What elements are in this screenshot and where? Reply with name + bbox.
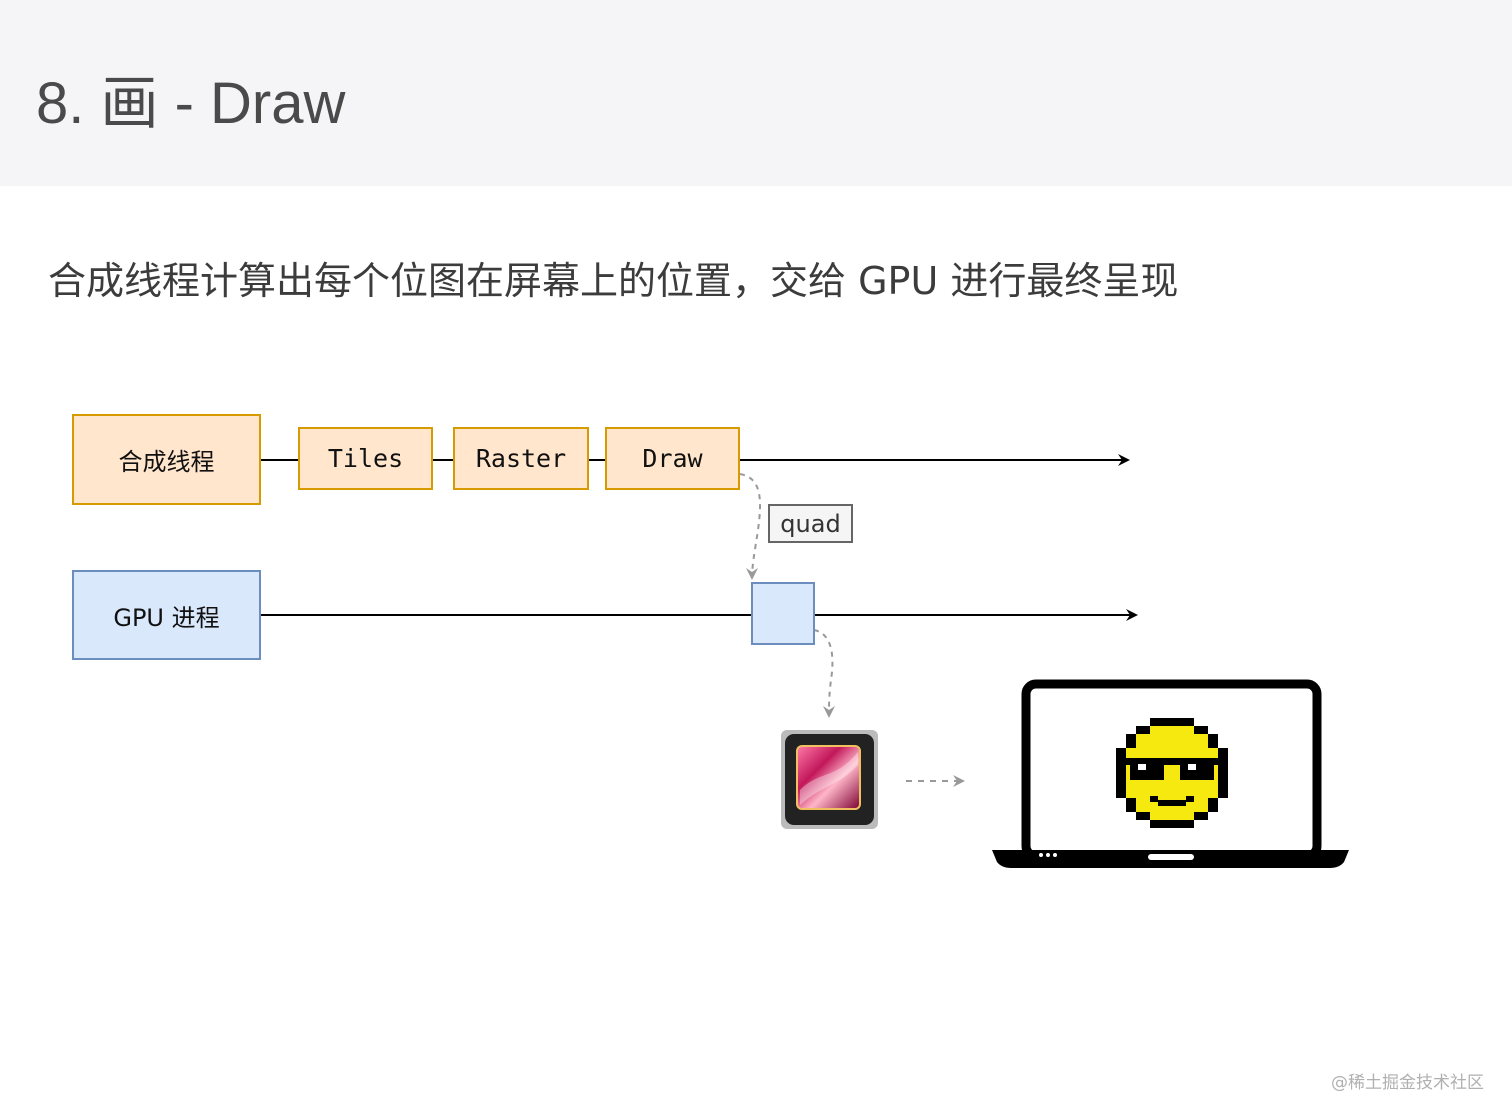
draw-box: Draw — [605, 427, 740, 490]
tiles-box: Tiles — [298, 427, 433, 490]
diagram-connectors — [261, 454, 1349, 868]
raster-box: Raster — [453, 427, 589, 490]
gpu-chip-icon — [781, 730, 878, 829]
gpu-process-box: GPU 进程 — [72, 570, 261, 660]
chip-dashed-arrow — [813, 629, 836, 718]
watermark: @稀土掘金技术社区 — [1331, 1073, 1484, 1093]
gpu-quad-block — [751, 582, 815, 645]
quad-label: quad — [768, 504, 853, 543]
quad-dashed-arrow — [739, 473, 761, 580]
sunglasses-smiley-icon — [1116, 718, 1228, 828]
compositor-thread-box: 合成线程 — [72, 414, 261, 505]
